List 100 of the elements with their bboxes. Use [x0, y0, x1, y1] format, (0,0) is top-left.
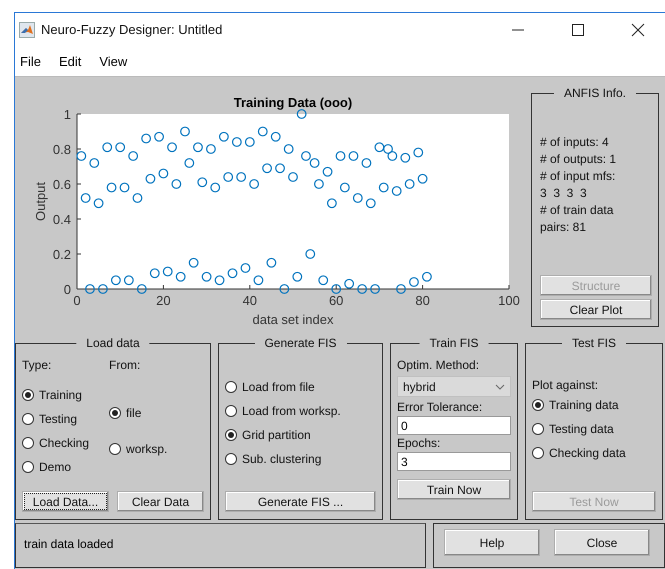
data-point	[146, 174, 156, 184]
radio-label: Testing	[39, 412, 78, 426]
data-point	[89, 158, 100, 168]
radio-button[interactable]	[22, 461, 34, 473]
data-point	[422, 272, 432, 282]
radio-label: Sub. clustering	[242, 452, 322, 466]
data-point	[154, 132, 164, 142]
data-point	[400, 152, 410, 163]
radio-label: file	[126, 406, 142, 420]
data-point	[158, 168, 168, 178]
generate-fis-button[interactable]: Generate FIS ...	[225, 491, 376, 512]
train-now-button[interactable]: Train Now	[397, 479, 511, 500]
radio-button[interactable]	[532, 423, 544, 435]
data-point	[366, 198, 376, 208]
radio-button[interactable]	[532, 447, 544, 459]
data-point	[150, 268, 160, 278]
menu-item[interactable]: File	[20, 54, 41, 68]
data-point	[102, 142, 112, 152]
radio-label: Load from worksp.	[242, 404, 341, 418]
data-point	[223, 172, 234, 182]
dialog-button[interactable]: Close	[554, 529, 650, 556]
radio-button[interactable]	[109, 443, 122, 455]
data-point	[162, 266, 173, 276]
radio-label: Checking data	[549, 446, 626, 460]
data-point	[396, 284, 406, 294]
radio-button[interactable]	[225, 381, 237, 393]
method-dropdown[interactable]: hybrid	[397, 376, 511, 397]
data-point	[180, 126, 190, 136]
radio-button[interactable]	[225, 405, 237, 417]
close-icon[interactable]	[631, 22, 645, 36]
data-point	[392, 186, 402, 196]
epochs-field[interactable]: 3	[397, 452, 511, 471]
data-point	[76, 151, 86, 161]
data-point	[340, 182, 350, 192]
data-point	[404, 179, 415, 189]
data-point	[314, 179, 324, 189]
data-point	[344, 278, 354, 289]
data-point	[132, 193, 142, 203]
radio-button[interactable]	[532, 399, 544, 411]
data-point	[331, 284, 342, 294]
data-point	[284, 144, 294, 154]
y-tick-label: 1	[64, 107, 71, 122]
data-point	[110, 275, 121, 286]
radio-button[interactable]	[22, 413, 34, 425]
panel-button[interactable]: Clear Data	[117, 491, 204, 512]
data-point	[418, 174, 428, 184]
radio-button[interactable]	[22, 437, 34, 449]
data-point	[262, 163, 272, 174]
panel-title: ANFIS Info.	[554, 86, 636, 100]
info-text: # of inputs: 4	[540, 134, 610, 151]
method-label: Optim. Method:	[397, 357, 480, 374]
type-label: Type:	[22, 357, 52, 373]
data-point	[336, 151, 346, 161]
data-point	[128, 151, 138, 161]
data-point	[193, 142, 203, 152]
panel-title: Train FIS	[420, 336, 488, 350]
radio-label: Grid partition	[242, 428, 311, 442]
panel-button[interactable]: Load Data...	[22, 491, 109, 512]
data-point	[383, 144, 393, 154]
data-point	[357, 284, 368, 294]
radio-label: worksp.	[126, 442, 168, 456]
status-text: train data loaded	[24, 537, 114, 551]
data-point	[210, 182, 220, 192]
tolerance-label: Error Tolerance:	[397, 399, 484, 416]
y-axis-label: Output	[33, 182, 48, 222]
data-point	[413, 148, 424, 158]
data-point	[120, 182, 130, 192]
data-point	[362, 158, 372, 168]
data-point	[301, 151, 311, 161]
maximize-icon[interactable]	[571, 22, 585, 36]
panel-button[interactable]: Clear Plot	[540, 299, 652, 320]
data-point	[352, 193, 363, 203]
chart-title: Training Data (ooo)	[234, 95, 352, 110]
radio-button[interactable]	[225, 453, 237, 465]
menu-item[interactable]: Edit	[58, 54, 82, 68]
y-tick-label: 0.2	[52, 247, 71, 262]
panel-title: Test FIS	[562, 336, 626, 350]
app-logo-icon	[19, 22, 35, 38]
epochs-label: Epochs:	[397, 435, 442, 452]
menu-item[interactable]: View	[99, 54, 128, 68]
data-point	[94, 198, 104, 208]
info-text: # of outputs: 1	[540, 151, 618, 168]
y-tick-label: 0	[64, 282, 71, 297]
plot-against-label: Plot against:	[532, 377, 600, 393]
data-point	[318, 275, 328, 286]
data-point	[218, 132, 229, 142]
radio-label: Training data	[549, 398, 619, 412]
radio-button[interactable]	[22, 389, 34, 401]
data-point	[232, 137, 242, 147]
data-point	[106, 182, 116, 192]
y-tick-label: 0.8	[52, 142, 71, 157]
radio-button[interactable]	[109, 407, 122, 419]
x-tick-label: 40	[242, 293, 258, 308]
data-point	[141, 134, 152, 144]
panel-title: Load data	[76, 336, 150, 350]
dialog-button[interactable]: Help	[444, 529, 540, 556]
data-point	[249, 179, 260, 189]
radio-button[interactable]	[225, 429, 237, 441]
tolerance-field[interactable]: 0	[397, 416, 511, 435]
data-point	[387, 151, 398, 161]
